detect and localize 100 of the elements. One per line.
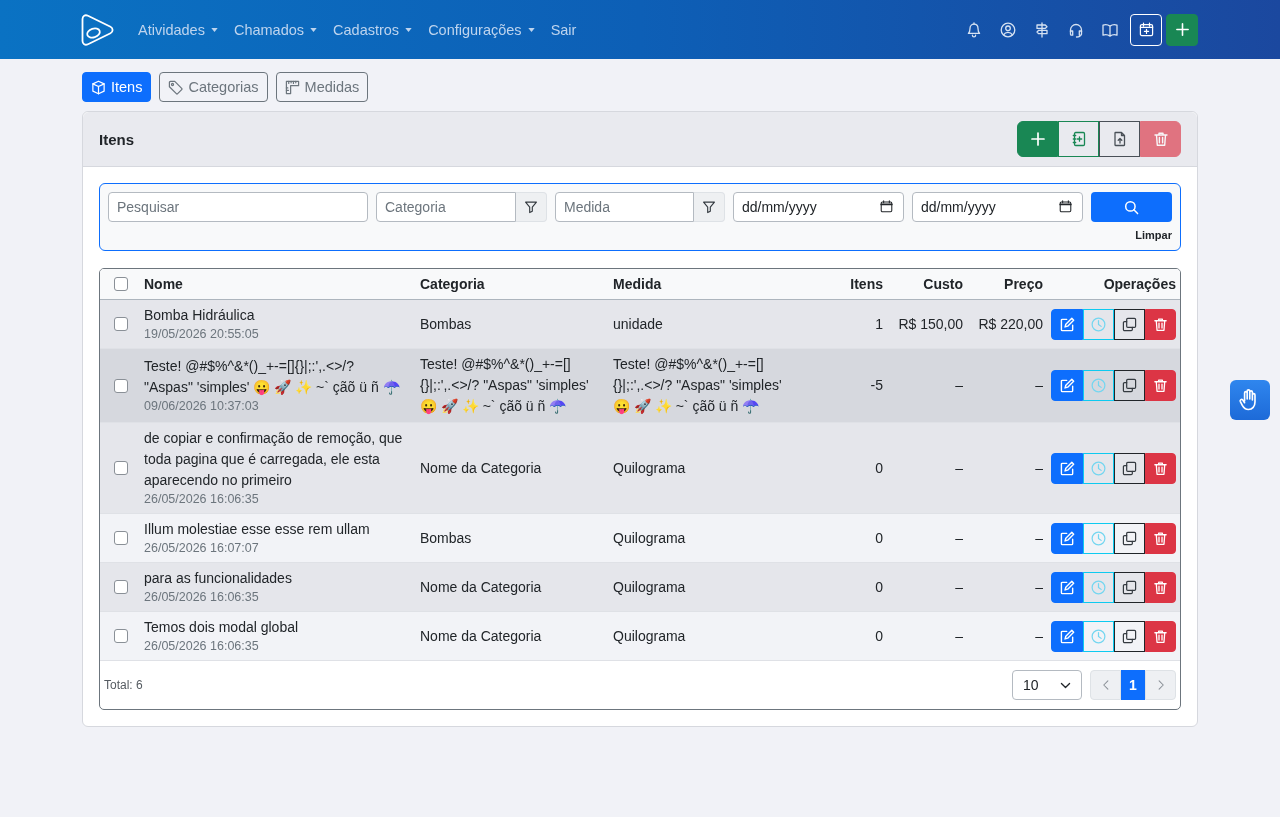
date-field[interactable]: dd/mm/yyyy <box>912 192 1083 222</box>
item-count: 0 <box>875 626 883 646</box>
search-button[interactable] <box>1091 192 1172 222</box>
add-button[interactable] <box>1017 121 1058 157</box>
row-checkbox[interactable] <box>114 317 128 331</box>
delete-button[interactable] <box>1145 620 1176 652</box>
row-checkbox[interactable] <box>114 531 128 545</box>
user-circle-icon[interactable] <box>1000 21 1016 38</box>
page-size-select[interactable]: 10 <box>1012 670 1082 700</box>
timestamp: 09/06/2026 10:37:03 <box>144 398 259 415</box>
edit-button[interactable] <box>1051 308 1083 340</box>
select-all-checkbox[interactable] <box>114 277 128 291</box>
tab[interactable]: Itens <box>82 72 152 102</box>
item-count: 0 <box>875 528 883 548</box>
column-header: Preço <box>1004 276 1043 292</box>
timestamp: 26/05/2026 16:07:07 <box>144 540 259 557</box>
export-button[interactable] <box>1099 121 1140 157</box>
funnel-icon <box>524 200 538 214</box>
clock-icon <box>1091 460 1106 476</box>
trash-icon <box>1153 316 1168 332</box>
pencil-square-icon <box>1059 460 1075 476</box>
cost-value: – <box>955 376 963 395</box>
delete-button[interactable] <box>1145 308 1176 340</box>
column-header: Categoria <box>420 276 485 292</box>
filter-button[interactable] <box>516 192 547 222</box>
item-name: Temos dois modal global <box>144 618 299 637</box>
duplicate-button[interactable] <box>1114 571 1145 603</box>
row-checkbox[interactable] <box>114 629 128 643</box>
category-name: Teste! @#$%^&*()_+-=[]{}|;:',.<>/? "Aspas" 'simples' 😛 🚀 ✨ ~` çãõ ü ñ ☂ <box>420 355 590 416</box>
caret-icon <box>405 27 413 32</box>
timestamp: 26/05/2026 16:06:35 <box>144 491 259 508</box>
duplicate-button[interactable] <box>1114 452 1145 484</box>
nav-menu-item[interactable]: Cadastros <box>333 21 413 38</box>
caret-icon <box>527 27 535 32</box>
duplicate-button[interactable] <box>1114 522 1145 554</box>
duplicate-button[interactable] <box>1114 370 1145 401</box>
nav-menu-item[interactable]: Chamados <box>233 21 318 38</box>
edit-button[interactable] <box>1051 522 1083 554</box>
clock-icon <box>1091 579 1106 595</box>
tab[interactable]: Categorias <box>159 72 268 102</box>
pencil-square-icon <box>1059 530 1075 546</box>
tab[interactable]: Medidas <box>275 72 369 102</box>
page-button[interactable]: 1 <box>1121 670 1145 700</box>
timestamp: 26/05/2026 16:06:35 <box>144 589 259 606</box>
price-value: – <box>1035 626 1043 646</box>
nav-menu-item[interactable]: Atividades <box>138 21 218 38</box>
clock-icon <box>1091 628 1106 644</box>
column-header: Medida <box>613 276 662 292</box>
item-count: -5 <box>870 376 883 395</box>
measure-name: Quilograma <box>613 458 686 478</box>
clear-link[interactable]: Limpar <box>1135 229 1172 242</box>
cost-value: – <box>955 577 963 597</box>
category-name: Bombas <box>420 528 472 548</box>
calendar-icon <box>1059 200 1072 213</box>
plus-icon <box>1174 22 1190 37</box>
headset-icon[interactable] <box>1068 21 1084 38</box>
nav-menu-item[interactable]: Sair <box>550 21 577 38</box>
timestamp: 19/05/2026 20:55:05 <box>144 326 259 343</box>
notifications-icon[interactable] <box>966 21 982 38</box>
measure-field[interactable]: Medida <box>555 192 694 222</box>
copy-icon <box>1122 579 1137 595</box>
clock-icon <box>1091 316 1106 332</box>
delete-button[interactable] <box>1145 452 1176 484</box>
trash-icon <box>1153 460 1168 476</box>
row-checkbox[interactable] <box>114 580 128 594</box>
delete-button[interactable] <box>1145 370 1176 401</box>
delete-button[interactable] <box>1145 522 1176 554</box>
measure-name: Quilograma <box>613 577 686 597</box>
book-icon[interactable] <box>1102 21 1118 38</box>
clock-icon <box>1091 378 1106 393</box>
duplicate-button[interactable] <box>1114 308 1145 340</box>
signpost-icon[interactable] <box>1034 21 1050 38</box>
row-checkbox[interactable] <box>114 378 128 393</box>
filter-button[interactable] <box>694 192 725 222</box>
item-name: Bomba Hidráulica <box>144 306 255 325</box>
edit-button[interactable] <box>1051 620 1083 652</box>
nav-menu-item[interactable]: Configurações <box>428 21 535 38</box>
date-field[interactable]: dd/mm/yyyy <box>733 192 904 222</box>
edit-button[interactable] <box>1051 571 1083 603</box>
row-checkbox[interactable] <box>114 461 128 475</box>
logo-icon[interactable] <box>80 12 116 47</box>
calendar-button[interactable] <box>1130 13 1162 46</box>
category-field[interactable]: Categoria <box>376 192 516 222</box>
calendar-plus-icon <box>1138 22 1154 37</box>
add-button[interactable] <box>1166 13 1198 46</box>
search-field[interactable]: Pesquisar <box>108 192 368 222</box>
trash-icon <box>1153 628 1168 644</box>
price-value: R$ 220,00 <box>978 314 1043 334</box>
timestamp: 26/05/2026 16:06:35 <box>144 638 259 655</box>
card-title: Itens <box>99 130 134 148</box>
column-header: Itens <box>850 276 883 292</box>
edit-button[interactable] <box>1051 370 1083 401</box>
import-button[interactable] <box>1058 121 1099 157</box>
edit-button[interactable] <box>1051 452 1083 484</box>
pencil-square-icon <box>1059 316 1075 332</box>
duplicate-button[interactable] <box>1114 620 1145 652</box>
column-header: Nome <box>144 276 183 292</box>
accessibility-button[interactable] <box>1230 380 1270 420</box>
delete-button[interactable] <box>1145 571 1176 603</box>
item-name: Teste! @#$%^&*()_+-=[]{}|;:',.<>/? "Aspas" 'simples' 😛 🚀 ✨ ~` çãõ ü ñ ☂ <box>144 357 401 397</box>
